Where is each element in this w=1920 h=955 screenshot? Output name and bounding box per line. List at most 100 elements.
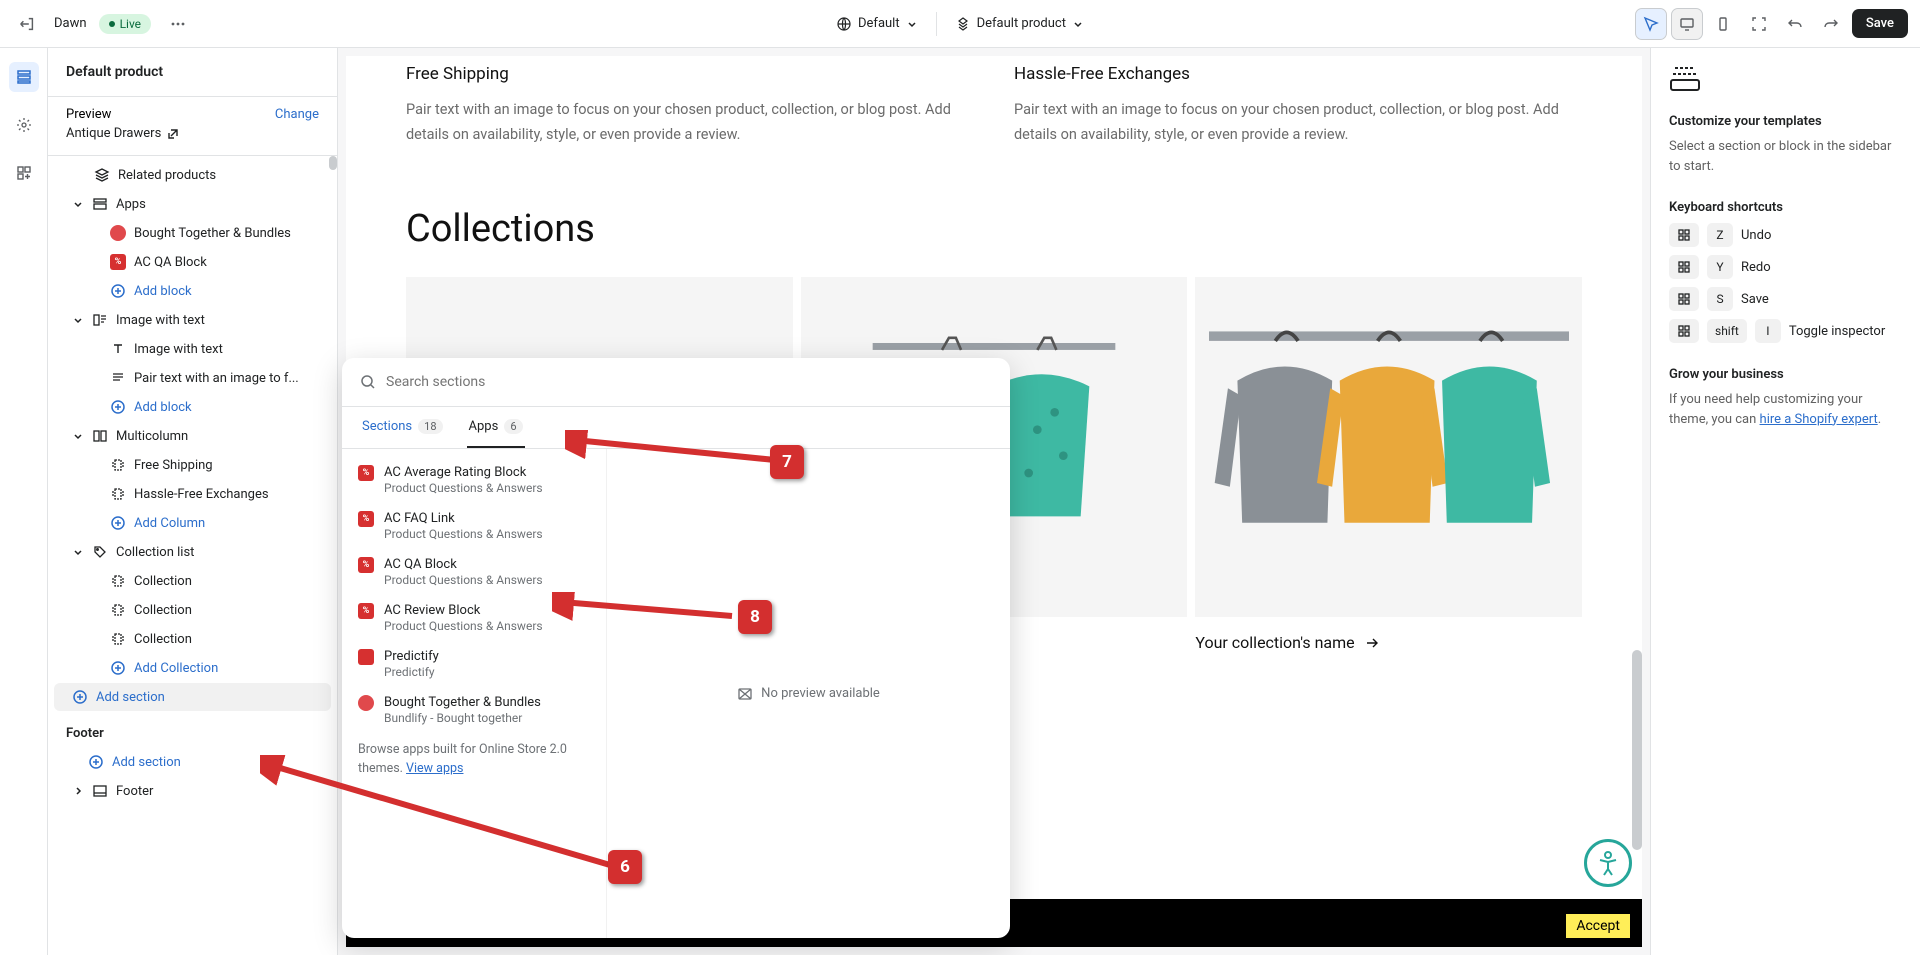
- add-column-button[interactable]: Add Column: [54, 509, 331, 537]
- tag-icon: [92, 544, 108, 560]
- tab-sections[interactable]: Sections 18: [360, 407, 445, 448]
- apps-icon: [92, 196, 108, 212]
- popup-item-ac-qa[interactable]: % AC QA BlockProduct Questions & Answers: [342, 549, 606, 595]
- sidebar-item-hassle[interactable]: Hassle-Free Exchanges: [54, 480, 331, 508]
- external-link-icon: [167, 128, 179, 140]
- sidebar-item-app-qa[interactable]: % AC QA Block: [54, 248, 331, 276]
- tab-apps[interactable]: Apps 6: [467, 407, 525, 448]
- popup-item-bundlify[interactable]: Bought Together & BundlesBundlify - Boug…: [342, 687, 606, 733]
- sidebar-item-collection-2[interactable]: Collection: [54, 596, 331, 624]
- inspector-toggle[interactable]: [1636, 9, 1666, 39]
- shortcut-undo: Z Undo: [1669, 223, 1902, 247]
- sidebar-item-label: Add section: [96, 690, 319, 705]
- add-collection-button[interactable]: Add Collection: [54, 654, 331, 682]
- sidebar-header: Default product: [48, 48, 337, 97]
- sidebar-item-label: Multicolumn: [116, 429, 319, 444]
- tab-label: Apps: [469, 419, 499, 434]
- grow-text-2: .: [1878, 412, 1881, 427]
- undo-button[interactable]: [1780, 9, 1810, 39]
- viewport-full-button[interactable]: [1744, 9, 1774, 39]
- redo-button[interactable]: [1816, 9, 1846, 39]
- sidebar-item-label: Add Collection: [134, 661, 319, 676]
- feature-body: Pair text with an image to focus on your…: [1014, 98, 1582, 147]
- sidebar-item-label: Hassle-Free Exchanges: [134, 487, 319, 502]
- plus-circle-icon: [110, 283, 126, 299]
- popup-item-sub: Product Questions & Answers: [384, 619, 543, 633]
- popup-item-sub: Product Questions & Answers: [384, 481, 543, 495]
- tab-count: 18: [418, 419, 442, 434]
- rail-sections-button[interactable]: [9, 62, 39, 92]
- sidebar-item-collection-1[interactable]: Collection: [54, 567, 331, 595]
- kbd-modifier-icon: [1669, 255, 1699, 279]
- popup-item-title: AC Review Block: [384, 603, 543, 618]
- sidebar-item-image-with-text[interactable]: Image with text: [54, 306, 331, 334]
- viewport-mobile-button[interactable]: [1708, 9, 1738, 39]
- sidebar-item-label: Bought Together & Bundles: [134, 226, 319, 241]
- popup-item-title: AC FAQ Link: [384, 511, 543, 526]
- popup-item-sub: Predictify: [384, 665, 439, 679]
- popup-search-row: [342, 358, 1010, 407]
- topbar: Dawn Live Default Default product: [0, 0, 1920, 48]
- sidebar-item-collection-3[interactable]: Collection: [54, 625, 331, 653]
- rail-settings-button[interactable]: [9, 110, 39, 140]
- sidebar-item-label: Collection: [134, 574, 319, 589]
- template-label: Default product: [977, 16, 1066, 31]
- locale-select[interactable]: Default: [836, 16, 918, 32]
- shortcut-label: Toggle inspector: [1789, 324, 1885, 339]
- kbd-key: I: [1755, 319, 1781, 343]
- popup-item-predictify[interactable]: PredictifyPredictify: [342, 641, 606, 687]
- search-icon: [360, 374, 376, 390]
- sidebar-item-app-bought[interactable]: Bought Together & Bundles: [54, 219, 331, 247]
- plus-circle-icon: [110, 660, 126, 676]
- arrow-right-icon: [1365, 636, 1379, 650]
- collection-image-placeholder: [1195, 277, 1582, 617]
- footer-group-label: Footer: [48, 712, 337, 747]
- add-block-button-2[interactable]: Add block: [54, 393, 331, 421]
- viewport-desktop-button[interactable]: [1672, 9, 1702, 39]
- sidebar-item-related-products[interactable]: Related products: [54, 161, 331, 189]
- chevron-right-icon: [72, 785, 84, 797]
- add-section-button[interactable]: Add section: [54, 683, 331, 711]
- accessibility-badge[interactable]: [1584, 839, 1632, 887]
- preview-row: Preview Change Antique Drawers: [48, 97, 337, 156]
- add-block-button[interactable]: Add block: [54, 277, 331, 305]
- block-icon: [110, 457, 126, 473]
- sidebar-item-free-shipping[interactable]: Free Shipping: [54, 451, 331, 479]
- tree-scrollbar[interactable]: [329, 156, 337, 170]
- popup-item-sub: Product Questions & Answers: [384, 527, 543, 541]
- hire-expert-link[interactable]: hire a Shopify expert: [1760, 412, 1878, 427]
- sidebar-item-apps[interactable]: Apps: [54, 190, 331, 218]
- sidebar-item-multicolumn[interactable]: Multicolumn: [54, 422, 331, 450]
- annotation-number-7: 7: [770, 445, 804, 479]
- divider: [936, 12, 937, 36]
- rail-apps-button[interactable]: [9, 158, 39, 188]
- sidebar-item-collection-list[interactable]: Collection list: [54, 538, 331, 566]
- annotation-arrow-8: [552, 592, 752, 632]
- canvas-scrollbar[interactable]: [1632, 650, 1642, 850]
- change-preview-link[interactable]: Change: [275, 107, 319, 122]
- feature-row: Free Shipping Pair text with an image to…: [346, 64, 1642, 177]
- sidebar-item-pair-text[interactable]: Pair text with an image to f...: [54, 364, 331, 392]
- popup-item-ac-faq[interactable]: % AC FAQ LinkProduct Questions & Answers: [342, 503, 606, 549]
- more-menu-button[interactable]: [163, 9, 193, 39]
- columns-icon: [92, 428, 108, 444]
- preview-name-row[interactable]: Antique Drawers: [66, 126, 319, 141]
- sidebar-item-iwt-child[interactable]: Image with text: [54, 335, 331, 363]
- tag-icon: [94, 167, 110, 183]
- accept-button[interactable]: Accept: [1564, 912, 1632, 940]
- topbar-right: Save: [1276, 9, 1908, 39]
- sidebar-item-label: Collection: [134, 632, 319, 647]
- image-text-icon: [92, 312, 108, 328]
- annotation-arrow-6: [260, 755, 620, 885]
- sidebar-item-label: Add block: [134, 400, 319, 415]
- search-input[interactable]: [386, 374, 992, 390]
- exit-button[interactable]: [12, 9, 42, 39]
- sidebar-item-label: Apps: [116, 197, 319, 212]
- template-select[interactable]: Default product: [955, 16, 1084, 32]
- sidebar-item-label: Pair text with an image to f...: [134, 371, 319, 386]
- collection-card[interactable]: Your collection's name: [1195, 277, 1582, 668]
- customize-heading: Customize your templates: [1669, 114, 1902, 129]
- no-preview-text: No preview available: [761, 686, 880, 701]
- feature-title: Free Shipping: [406, 64, 974, 84]
- save-button[interactable]: Save: [1852, 9, 1908, 38]
